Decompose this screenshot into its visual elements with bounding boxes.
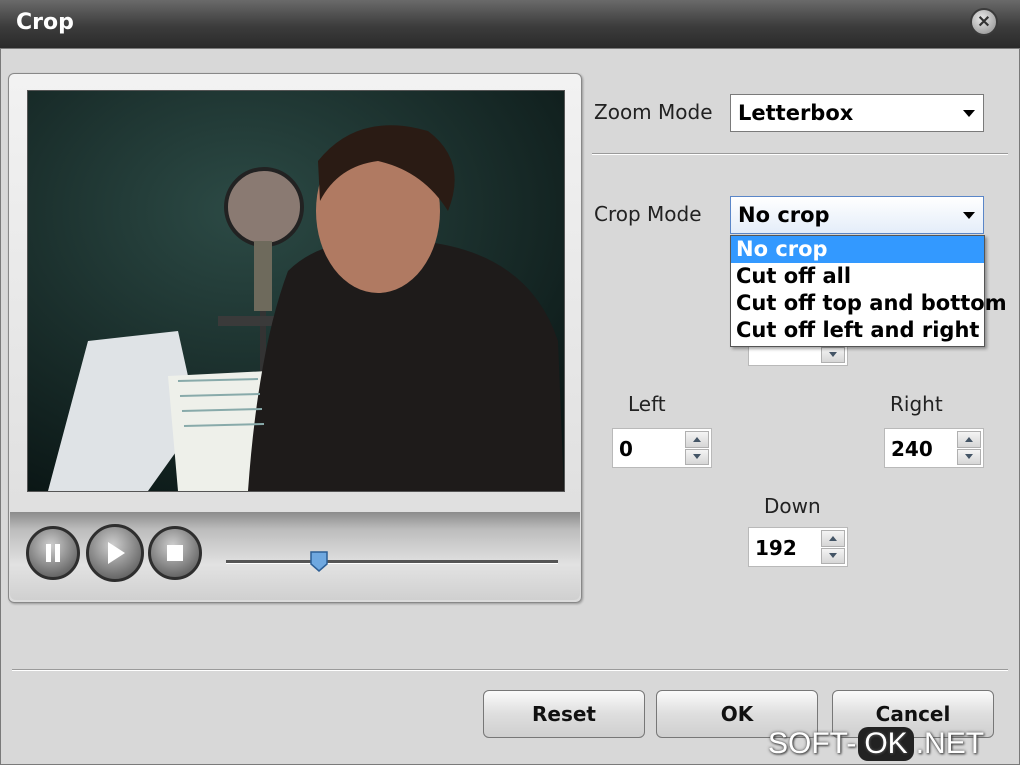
close-icon: ✕ xyxy=(977,14,991,31)
crop-option-top-bottom[interactable]: Cut off top and bottom xyxy=(731,290,1007,317)
left-decrement-button[interactable] xyxy=(685,448,709,465)
up-decrement-button[interactable] xyxy=(821,346,845,363)
left-spinner[interactable]: 0 xyxy=(612,428,712,468)
down-label: Down xyxy=(764,494,821,518)
seek-slider-thumb[interactable] xyxy=(309,550,329,572)
arrow-down-icon xyxy=(829,553,837,559)
pause-button[interactable] xyxy=(26,526,80,580)
chevron-down-icon xyxy=(963,212,975,219)
close-button[interactable]: ✕ xyxy=(970,8,998,36)
down-spinner[interactable]: 192 xyxy=(748,527,848,567)
down-increment-button[interactable] xyxy=(821,530,845,547)
zoom-mode-value: Letterbox xyxy=(738,101,854,125)
crop-option-no-crop[interactable]: No crop xyxy=(731,236,984,263)
down-decrement-button[interactable] xyxy=(821,547,845,564)
arrow-down-icon xyxy=(829,352,837,358)
arrow-up-icon xyxy=(693,436,701,442)
arrow-down-icon xyxy=(965,454,973,460)
video-frame-image xyxy=(28,91,564,491)
divider xyxy=(592,153,1008,155)
arrow-up-icon xyxy=(829,535,837,541)
crop-mode-label: Crop Mode xyxy=(594,202,702,226)
pause-icon xyxy=(46,544,60,562)
video-preview xyxy=(27,90,565,492)
zoom-mode-select[interactable]: Letterbox xyxy=(730,94,984,132)
zoom-mode-label: Zoom Mode xyxy=(594,100,713,124)
down-value[interactable]: 192 xyxy=(755,536,797,560)
crop-mode-select[interactable]: No crop xyxy=(730,196,984,234)
stop-icon xyxy=(167,545,183,561)
video-player xyxy=(8,73,582,603)
reset-button[interactable]: Reset xyxy=(483,690,645,738)
crop-option-cut-off-all[interactable]: Cut off all xyxy=(731,263,984,290)
left-label: Left xyxy=(628,392,666,416)
play-icon xyxy=(108,542,125,564)
footer-divider xyxy=(12,669,1008,671)
right-increment-button[interactable] xyxy=(957,431,981,448)
arrow-up-icon xyxy=(965,436,973,442)
window-title: Crop xyxy=(16,10,74,35)
stop-button[interactable] xyxy=(148,526,202,580)
crop-option-left-right[interactable]: Cut off left and right xyxy=(731,317,984,344)
watermark-logo: SOFT- OK .NET xyxy=(768,727,985,761)
crop-mode-dropdown: No crop Cut off all Cut off top and bott… xyxy=(730,235,1007,347)
seek-track[interactable] xyxy=(226,560,558,564)
left-increment-button[interactable] xyxy=(685,431,709,448)
left-value[interactable]: 0 xyxy=(619,437,633,461)
title-bar: Crop ✕ xyxy=(0,0,1020,48)
play-button[interactable] xyxy=(86,524,144,582)
right-spinner[interactable]: 240 xyxy=(884,428,984,468)
arrow-down-icon xyxy=(693,454,701,460)
right-label: Right xyxy=(890,392,943,416)
right-value[interactable]: 240 xyxy=(891,437,933,461)
right-decrement-button[interactable] xyxy=(957,448,981,465)
playback-controls xyxy=(10,512,580,600)
chevron-down-icon xyxy=(963,110,975,117)
crop-mode-value: No crop xyxy=(738,203,830,227)
